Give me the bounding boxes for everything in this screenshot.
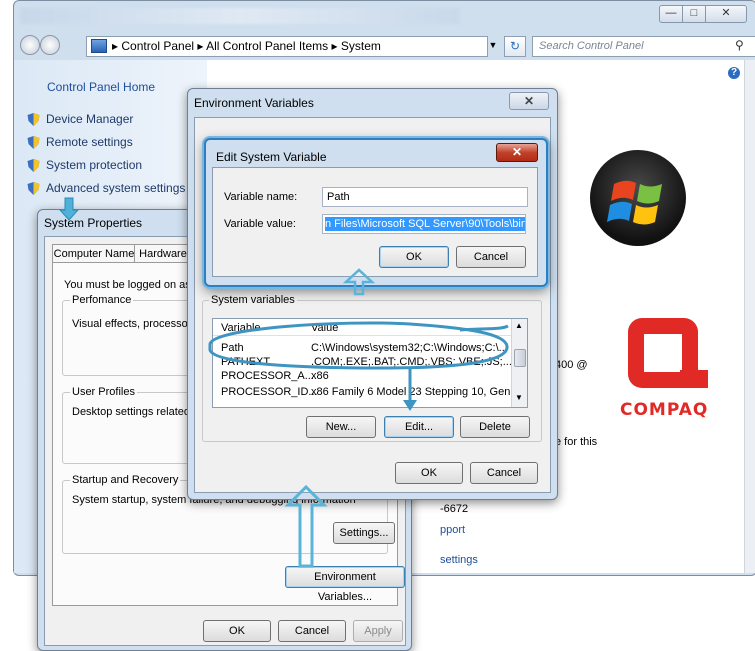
annotation-overlay	[58, 197, 509, 568]
annotation-arrow-up-env	[284, 484, 328, 568]
annotation-arrow-up-edit	[342, 268, 376, 296]
annotation-arrow-down-small	[58, 197, 80, 221]
annotation-circle-tail	[459, 324, 509, 332]
